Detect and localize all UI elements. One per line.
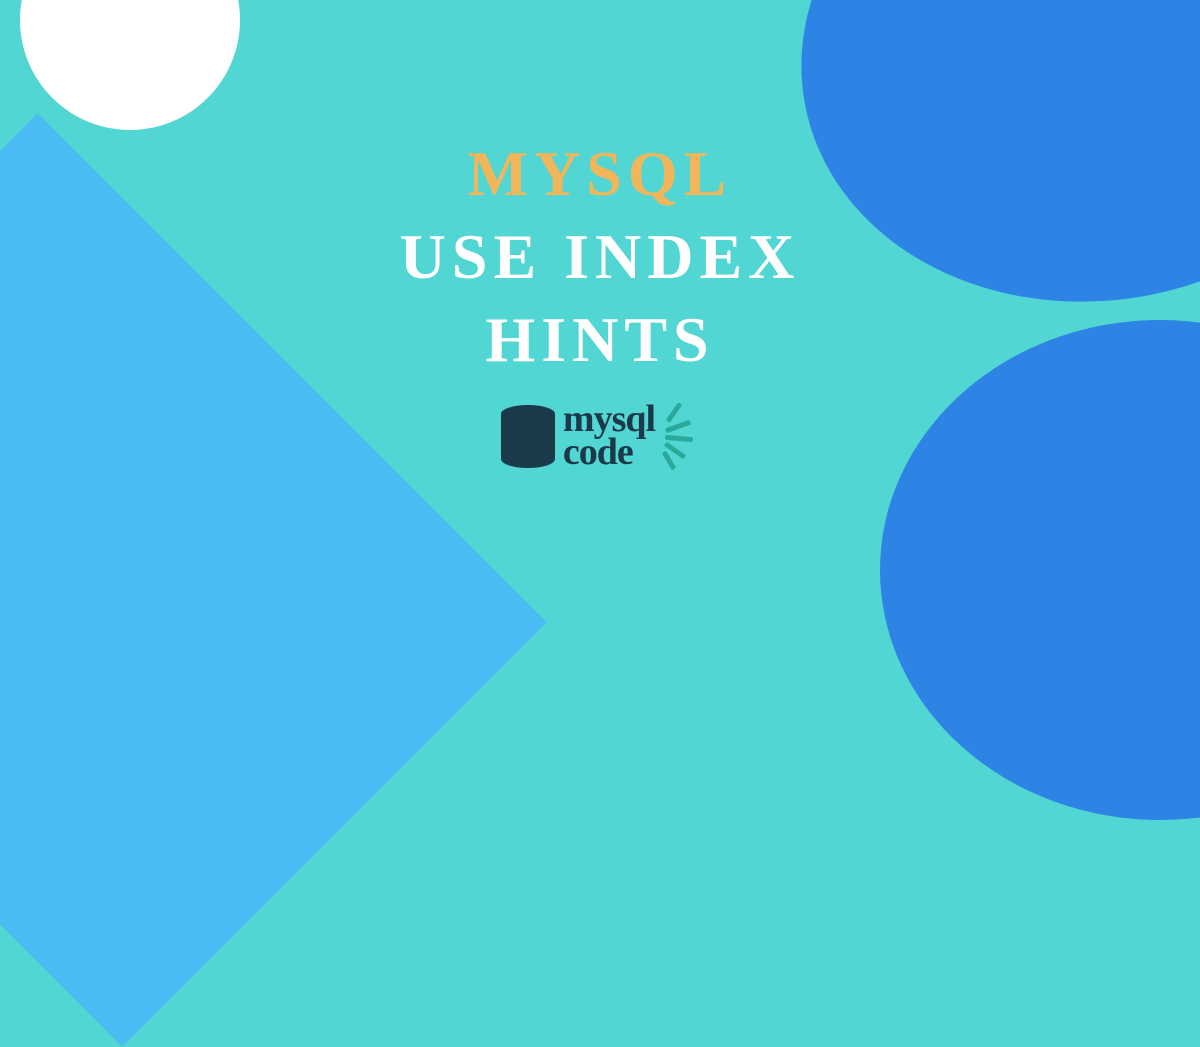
burst-icon [659, 406, 699, 466]
mysqlcode-logo: mysql code [501, 403, 699, 468]
logo-text: mysql code [563, 403, 655, 468]
database-icon [501, 405, 555, 467]
hero-content: MYSQL USE INDEX HINTS mysql code [0, 0, 1200, 600]
title-accent: MYSQL [468, 132, 733, 215]
title-line-3: HINTS [485, 298, 714, 381]
title-line-2: USE INDEX [400, 215, 801, 298]
logo-word-2: code [563, 436, 655, 468]
